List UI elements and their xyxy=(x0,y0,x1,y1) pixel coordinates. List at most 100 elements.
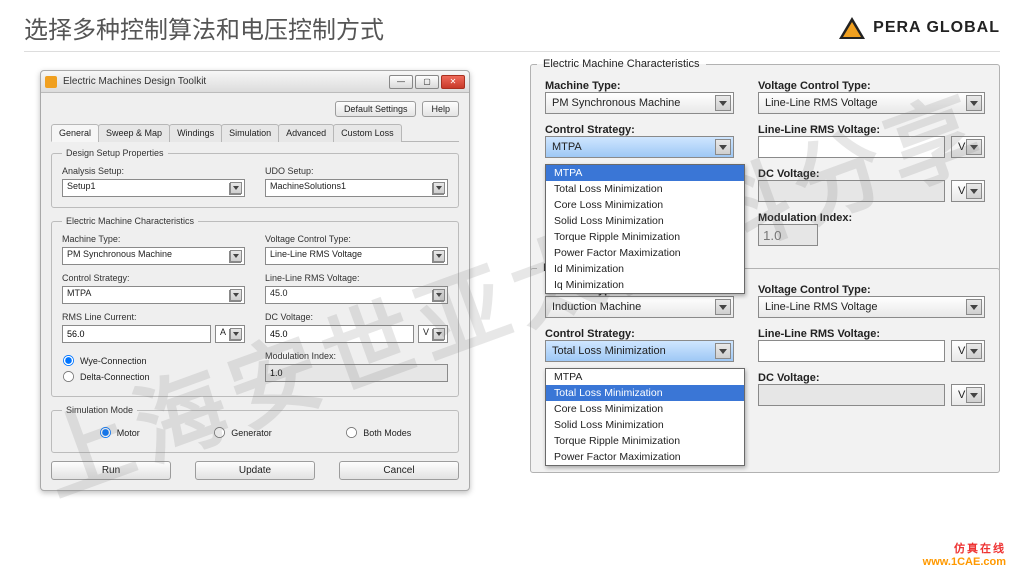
dropdown-option[interactable]: Torque Ripple Minimization xyxy=(546,433,744,449)
help-button[interactable]: Help xyxy=(422,101,459,117)
tab-sweep-map[interactable]: Sweep & Map xyxy=(98,124,170,142)
tab-simulation[interactable]: Simulation xyxy=(221,124,279,142)
p1-modulation-index-label: Modulation Index: xyxy=(758,212,985,224)
chevron-down-icon xyxy=(966,139,982,155)
p2-lline-unit-select[interactable]: V xyxy=(951,340,985,362)
modulation-index-input[interactable] xyxy=(265,364,448,382)
dropdown-option[interactable]: Core Loss Minimization xyxy=(546,401,744,417)
simulation-mode-group: Simulation Mode Motor Generator Both Mod… xyxy=(51,405,459,453)
dc-voltage-input[interactable] xyxy=(265,325,414,343)
rms-line-current-label: RMS Line Current: xyxy=(62,312,245,322)
voltage-control-type-label: Voltage Control Type: xyxy=(265,234,448,244)
emc-panel-pm: Electric Machine Characteristics Machine… xyxy=(530,58,1000,289)
emc-panel-pm-title: Electric Machine Characteristics xyxy=(537,58,706,70)
p2-machine-type-select[interactable]: Induction Machine xyxy=(545,296,734,318)
dc-voltage-label: DC Voltage: xyxy=(265,312,448,322)
tab-advanced[interactable]: Advanced xyxy=(278,124,334,142)
p2-dc-voltage-input xyxy=(758,384,945,406)
dropdown-option[interactable]: Iq Minimization xyxy=(546,277,744,293)
p2-voltage-control-type-select[interactable]: Line-Line RMS Voltage xyxy=(758,296,985,318)
generator-radio[interactable]: Generator xyxy=(213,426,272,439)
dc-voltage-unit-select[interactable]: V xyxy=(418,325,448,343)
default-settings-button[interactable]: Default Settings xyxy=(335,101,417,117)
chevron-down-icon xyxy=(230,289,242,301)
modulation-index-label: Modulation Index: xyxy=(265,351,448,361)
minimize-button[interactable]: — xyxy=(389,75,413,89)
p1-voltage-control-type-label: Voltage Control Type: xyxy=(758,80,985,92)
footer-brand: 仿真在线 www.1CAE.com xyxy=(923,543,1006,571)
dropdown-option[interactable]: MTPA xyxy=(546,165,744,181)
dropdown-option[interactable]: Core Loss Minimization xyxy=(546,197,744,213)
dropdown-option[interactable]: Total Loss Minimization xyxy=(546,181,744,197)
dropdown-option[interactable]: Power Factor Maximization xyxy=(546,449,744,465)
brand-logo-text: PERA GLOBAL xyxy=(873,19,1000,37)
machine-type-select[interactable]: PM Synchronous Machine xyxy=(62,247,245,265)
p2-control-strategy-dropdown[interactable]: MTPA Total Loss Minimization Core Loss M… xyxy=(545,368,745,466)
p1-control-strategy-dropdown[interactable]: MTPA Total Loss Minimization Core Loss M… xyxy=(545,164,745,294)
analysis-setup-select[interactable]: Setup1 xyxy=(62,179,245,197)
p2-line-line-rms-voltage-label: Line-Line RMS Voltage: xyxy=(758,328,985,340)
p2-control-strategy-select[interactable]: Total Loss Minimization xyxy=(545,340,734,362)
close-button[interactable]: ✕ xyxy=(441,75,465,89)
p1-line-line-rms-voltage-input[interactable] xyxy=(758,136,945,158)
chevron-down-icon xyxy=(966,299,982,315)
p1-dc-voltage-label: DC Voltage: xyxy=(758,168,985,180)
p1-lline-unit-select[interactable]: V xyxy=(951,136,985,158)
wye-connection-radio[interactable]: Wye-Connection xyxy=(62,354,245,367)
chevron-down-icon xyxy=(966,387,982,403)
dropdown-option[interactable]: Power Factor Maximization xyxy=(546,245,744,261)
dropdown-option[interactable]: Id Minimization xyxy=(546,261,744,277)
app-icon xyxy=(45,76,57,88)
emc-legend: Electric Machine Characteristics xyxy=(62,216,198,226)
chevron-down-icon xyxy=(230,250,242,262)
p2-dc-unit-select[interactable]: V xyxy=(951,384,985,406)
delta-connection-radio[interactable]: Delta-Connection xyxy=(62,370,245,383)
tab-windings[interactable]: Windings xyxy=(169,124,222,142)
p1-modulation-index-input xyxy=(758,224,818,246)
cancel-button[interactable]: Cancel xyxy=(339,461,459,480)
rms-line-current-input[interactable] xyxy=(62,325,211,343)
slide-title: 选择多种控制算法和电压控制方式 xyxy=(24,10,384,45)
dropdown-option[interactable]: Torque Ripple Minimization xyxy=(546,229,744,245)
window-titlebar[interactable]: Electric Machines Design Toolkit — ▢ ✕ xyxy=(41,71,469,93)
rms-line-current-unit-select[interactable]: A xyxy=(215,325,245,343)
p1-control-strategy-label: Control Strategy: xyxy=(545,124,734,136)
p2-control-strategy-label: Control Strategy: xyxy=(545,328,734,340)
dropdown-option[interactable]: Solid Loss Minimization xyxy=(546,213,744,229)
p2-voltage-control-type-label: Voltage Control Type: xyxy=(758,284,985,296)
udo-setup-select[interactable]: MachineSolutions1 xyxy=(265,179,448,197)
chevron-down-icon xyxy=(966,95,982,111)
tab-general[interactable]: General xyxy=(51,124,99,142)
chevron-down-icon xyxy=(715,139,731,155)
voltage-control-type-select[interactable]: Line-Line RMS Voltage xyxy=(265,247,448,265)
brand-logo-icon xyxy=(839,17,865,39)
p2-dc-voltage-label: DC Voltage: xyxy=(758,372,985,384)
toolkit-window: Electric Machines Design Toolkit — ▢ ✕ D… xyxy=(40,70,470,491)
p1-dc-unit-select[interactable]: V xyxy=(951,180,985,202)
both-modes-radio[interactable]: Both Modes xyxy=(345,426,411,439)
chevron-down-icon xyxy=(966,343,982,359)
dropdown-option[interactable]: Total Loss Minimization xyxy=(546,385,744,401)
tab-strip: General Sweep & Map Windings Simulation … xyxy=(51,123,459,142)
p1-dc-voltage-input xyxy=(758,180,945,202)
control-strategy-label: Control Strategy: xyxy=(62,273,245,283)
p1-machine-type-label: Machine Type: xyxy=(545,80,734,92)
p1-line-line-rms-voltage-label: Line-Line RMS Voltage: xyxy=(758,124,985,136)
control-strategy-select[interactable]: MTPA xyxy=(62,286,245,304)
chevron-down-icon xyxy=(433,182,445,194)
dropdown-option[interactable]: Solid Loss Minimization xyxy=(546,417,744,433)
chevron-down-icon xyxy=(715,299,731,315)
p1-control-strategy-select[interactable]: MTPA xyxy=(545,136,734,158)
line-line-rms-voltage-input[interactable]: 45.0 xyxy=(265,286,448,304)
run-button[interactable]: Run xyxy=(51,461,171,480)
p1-machine-type-select[interactable]: PM Synchronous Machine xyxy=(545,92,734,114)
maximize-button[interactable]: ▢ xyxy=(415,75,439,89)
simulation-mode-legend: Simulation Mode xyxy=(62,405,137,415)
update-button[interactable]: Update xyxy=(195,461,315,480)
motor-radio[interactable]: Motor xyxy=(99,426,140,439)
chevron-down-icon xyxy=(433,250,445,262)
dropdown-option[interactable]: MTPA xyxy=(546,369,744,385)
p1-voltage-control-type-select[interactable]: Line-Line RMS Voltage xyxy=(758,92,985,114)
tab-custom-loss[interactable]: Custom Loss xyxy=(333,124,402,142)
p2-line-line-rms-voltage-input[interactable] xyxy=(758,340,945,362)
